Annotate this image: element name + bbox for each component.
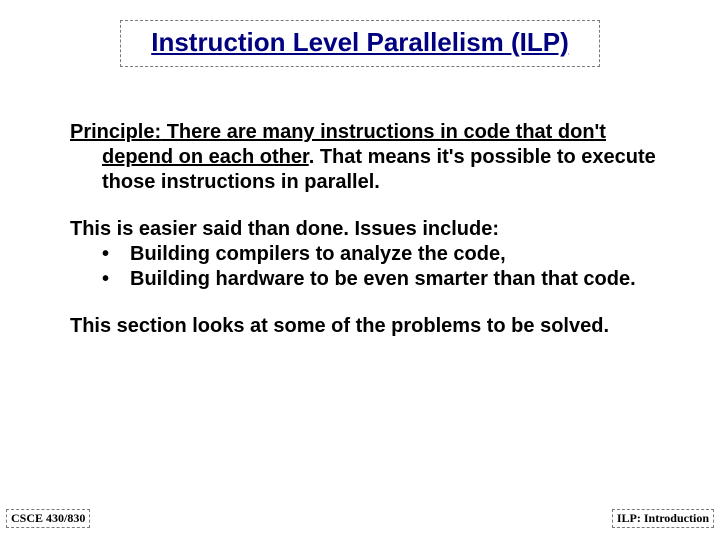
bullet-marker: •: [102, 242, 130, 267]
bullet-item: •Building compilers to analyze the code,: [62, 242, 670, 267]
title-box: Instruction Level Parallelism (ILP): [120, 20, 600, 67]
footer-right: ILP: Introduction: [612, 509, 714, 528]
bullet-text: Building hardware to be even smarter tha…: [130, 268, 636, 290]
slide: Instruction Level Parallelism (ILP) Prin…: [0, 0, 720, 540]
bullet-item: •Building hardware to be even smarter th…: [62, 267, 670, 292]
bullet-text: Building compilers to analyze the code,: [130, 243, 506, 265]
principle-paragraph: Principle: There are many instructions i…: [62, 120, 670, 195]
bullet-marker: •: [102, 267, 130, 292]
closing-paragraph: This section looks at some of the proble…: [62, 314, 670, 339]
footer-left: CSCE 430/830: [6, 509, 90, 528]
slide-body: Principle: There are many instructions i…: [62, 120, 670, 361]
slide-title: Instruction Level Parallelism (ILP): [151, 27, 569, 57]
issues-intro: This is easier said than done. Issues in…: [62, 217, 670, 242]
principle-label: Principle:: [70, 121, 161, 143]
